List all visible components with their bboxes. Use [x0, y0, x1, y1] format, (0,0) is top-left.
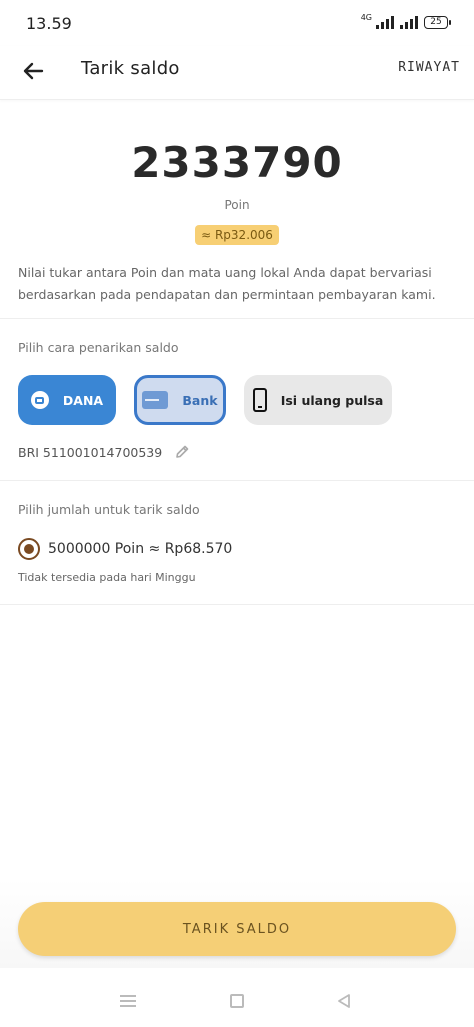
radio-selected-icon[interactable]: [18, 538, 40, 560]
bank-account-row: BRI 511001014700539: [18, 444, 190, 460]
method-dana-button[interactable]: DANA: [18, 375, 116, 425]
network-type-label: 4G: [360, 12, 372, 22]
method-dana-label: DANA: [62, 392, 104, 408]
approx-value-badge: ≈ Rp32.006: [195, 225, 279, 245]
divider: [0, 318, 474, 319]
status-bar: 13.59 4G 25: [0, 0, 474, 46]
points-balance: 2333790: [131, 138, 343, 187]
method-bank-button[interactable]: Bank: [134, 375, 226, 425]
divider: [0, 604, 474, 605]
points-unit-label: Poin: [224, 198, 250, 212]
battery-icon: 25: [424, 15, 451, 29]
signal-icon: [376, 15, 394, 29]
withdraw-amount-label: Pilih jumlah untuk tarik saldo: [18, 502, 200, 517]
bank-account-number: BRI 511001014700539: [18, 444, 163, 460]
bank-card-icon: [142, 391, 169, 409]
signal-icon-2: [400, 15, 418, 29]
system-nav-bar: [0, 978, 474, 1027]
withdraw-button[interactable]: TARIK SALDO: [18, 902, 456, 956]
app-bar: Tarik saldo RIWAYAT: [0, 46, 474, 100]
method-pulsa-label: Isi ulang pulsa: [280, 392, 384, 408]
back-triangle-icon[interactable]: [336, 993, 352, 1009]
divider: [0, 480, 474, 481]
exchange-info-text: Nilai tukar antara Poin dan mata uang lo…: [18, 265, 436, 302]
home-icon[interactable]: [230, 994, 244, 1008]
phone-icon: [252, 388, 267, 412]
amount-option[interactable]: 5000000 Poin ≈ Rp68.570: [18, 538, 232, 560]
history-button[interactable]: RIWAYAT: [398, 60, 460, 75]
menu-icon[interactable]: [120, 995, 136, 1007]
withdraw-method-label: Pilih cara penarikan saldo: [18, 340, 179, 355]
wallet-icon: [30, 391, 49, 409]
back-button[interactable]: [18, 56, 48, 86]
page-title: Tarik saldo: [81, 58, 180, 79]
availability-note: Tidak tersedia pada hari Minggu: [18, 571, 196, 584]
status-icons: 4G 25: [360, 12, 451, 29]
method-bank-label: Bank: [182, 392, 218, 408]
amount-option-label: 5000000 Poin ≈ Rp68.570: [48, 541, 233, 557]
arrow-left-icon: [23, 62, 44, 80]
method-pulsa-button[interactable]: Isi ulang pulsa: [244, 375, 392, 425]
approx-value-wrap: ≈ Rp32.006: [0, 224, 474, 245]
status-time: 13.59: [26, 14, 72, 33]
pencil-icon[interactable]: [174, 444, 190, 460]
